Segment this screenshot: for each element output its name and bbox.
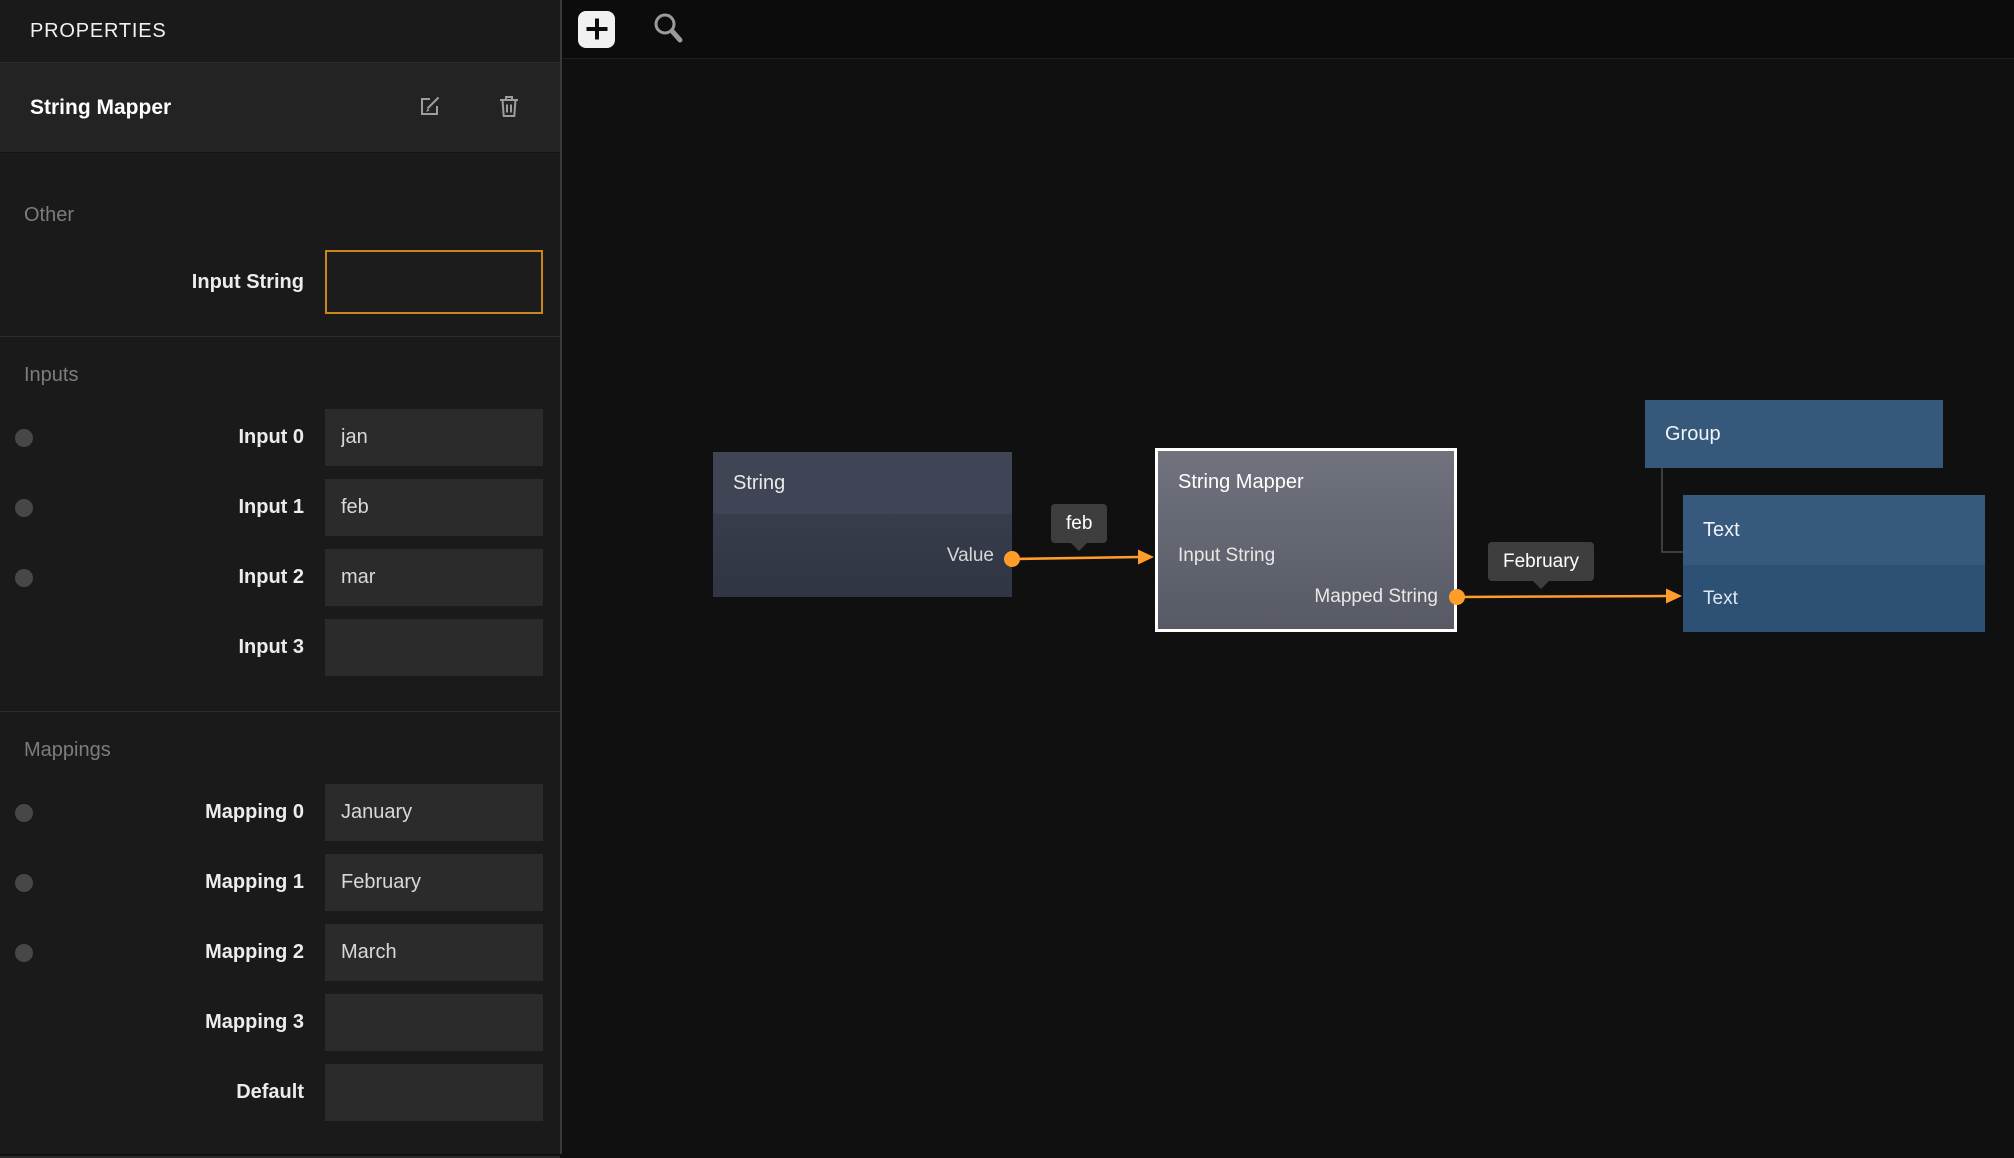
edit-icon: [418, 94, 442, 121]
section-divider: [0, 711, 560, 712]
default-field[interactable]: [325, 1064, 543, 1121]
arrowhead-icon: [1666, 589, 1682, 604]
default-label: Default: [0, 1081, 304, 1104]
trash-icon: [498, 94, 520, 122]
connection-dot-icon: [15, 804, 33, 822]
node-string[interactable]: String Value: [713, 452, 1012, 597]
property-row: Input 3: [0, 619, 560, 676]
node-mapper-title: String Mapper: [1178, 471, 1304, 494]
mapping-3-label: Mapping 3: [0, 1011, 304, 1034]
input-1-field[interactable]: [325, 479, 543, 536]
node-string-title: String: [713, 452, 1012, 514]
properties-panel: PROPERTIES String Mapper: [0, 0, 562, 1154]
rename-button[interactable]: [418, 94, 442, 121]
section-label-mappings: Mappings: [24, 738, 560, 762]
input-string-field[interactable]: [325, 250, 543, 314]
add-node-button[interactable]: [578, 11, 615, 48]
property-row: Mapping 3: [0, 994, 560, 1051]
node-text[interactable]: Text Text: [1683, 495, 1985, 632]
wire-mapper-to-text[interactable]: [1457, 596, 1668, 597]
port-text[interactable]: Text: [1683, 565, 1985, 632]
mapping-2-field[interactable]: [325, 924, 543, 981]
selected-node-title: String Mapper: [30, 96, 418, 120]
input-3-field[interactable]: [325, 619, 543, 676]
input-0-label: Input 0: [0, 426, 304, 449]
mapping-0-label: Mapping 0: [0, 801, 304, 824]
input-0-field[interactable]: [325, 409, 543, 466]
selected-node-row: String Mapper: [0, 62, 560, 153]
wire-value-badge: February: [1488, 542, 1594, 581]
property-row: Mapping 0: [0, 784, 560, 841]
mapping-1-field[interactable]: [325, 854, 543, 911]
wire-string-to-mapper[interactable]: [1012, 557, 1140, 559]
section-divider: [0, 336, 560, 337]
node-string-mapper-selected[interactable]: String Mapper Input String Mapped String: [1155, 448, 1457, 632]
connection-dot-icon: [15, 569, 33, 587]
connection-dot-icon: [15, 874, 33, 892]
arrowhead-icon: [1138, 550, 1154, 565]
input-string-label: Input String: [0, 271, 304, 294]
node-text-title: Text: [1683, 495, 1985, 565]
property-row: Input 2: [0, 549, 560, 606]
section-label-inputs: Inputs: [24, 363, 560, 387]
connection-dot-icon: [15, 499, 33, 517]
mapping-2-label: Mapping 2: [0, 941, 304, 964]
property-row: Input 1: [0, 479, 560, 536]
delete-button[interactable]: [498, 94, 520, 122]
property-row: Input String: [0, 250, 560, 314]
input-2-label: Input 2: [0, 566, 304, 589]
port-input-string[interactable]: Input String: [1178, 545, 1275, 567]
search-button[interactable]: [651, 11, 685, 48]
input-2-field[interactable]: [325, 549, 543, 606]
panel-title: PROPERTIES: [0, 0, 560, 62]
node-editor-canvas[interactable]: String Value String Mapper Input String …: [562, 0, 2014, 1154]
property-row: Default: [0, 1064, 560, 1121]
mapping-3-field[interactable]: [325, 994, 543, 1051]
port-mapped-string[interactable]: Mapped String: [1314, 586, 1438, 608]
mapping-1-label: Mapping 1: [0, 871, 304, 894]
input-3-label: Input 3: [0, 636, 304, 659]
property-row: Input 0: [0, 409, 560, 466]
node-group[interactable]: Group: [1645, 400, 1943, 468]
search-icon: [651, 11, 685, 48]
section-label-other: Other: [24, 203, 560, 227]
wire-value-badge: feb: [1051, 504, 1107, 543]
canvas-toolbar: [562, 0, 2014, 59]
connection-dot-icon: [15, 429, 33, 447]
connection-dot-icon: [15, 944, 33, 962]
port-value[interactable]: Value: [713, 514, 1012, 597]
input-1-label: Input 1: [0, 496, 304, 519]
node-group-title: Group: [1665, 423, 1721, 446]
group-child-connector: [1662, 468, 1683, 552]
mapping-0-field[interactable]: [325, 784, 543, 841]
property-row: Mapping 2: [0, 924, 560, 981]
property-row: Mapping 1: [0, 854, 560, 911]
